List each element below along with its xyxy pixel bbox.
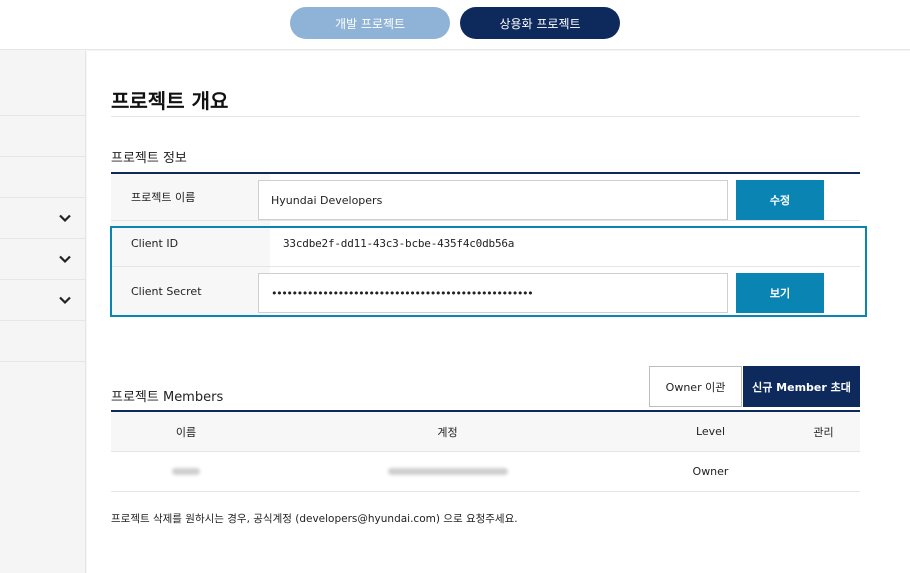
members-table-header: 이름 계정 Level 관리 [111, 412, 860, 452]
chevron-down-icon [59, 214, 71, 223]
column-header-name: 이름 [175, 425, 197, 439]
page-title: 프로젝트 개요 [111, 89, 229, 113]
member-account-redacted [261, 452, 634, 491]
sidebar-item-expandable[interactable] [0, 198, 86, 239]
chevron-down-icon [59, 296, 71, 305]
client-id-value: 33cdbe2f-dd11-43c3-bcbe-435f4c0db56a [283, 237, 515, 250]
member-name-redacted [111, 452, 261, 491]
main-content: 프로젝트 개요 프로젝트 정보 프로젝트 이름 수정 Client ID 33c… [87, 51, 910, 573]
client-secret-input[interactable] [258, 273, 728, 313]
commercial-project-tab[interactable]: 상용화 프로젝트 [460, 7, 620, 39]
delete-notice: 프로젝트 삭제를 원하시는 경우, 공식계정 (developers@hyund… [111, 513, 518, 525]
edit-button[interactable]: 수정 [736, 180, 824, 220]
client-id-row: Client ID 33cdbe2f-dd11-43c3-bcbe-435f4c… [111, 221, 860, 267]
sidebar-item[interactable] [0, 321, 86, 362]
sidebar-item[interactable] [0, 157, 86, 198]
column-header-level: Level [695, 425, 726, 438]
column-header-manage: 관리 [813, 425, 834, 439]
project-name-input[interactable] [258, 180, 728, 220]
sidebar-item[interactable] [0, 116, 86, 157]
sidebar-item[interactable] [0, 51, 86, 116]
divider [111, 116, 860, 117]
view-secret-button[interactable]: 보기 [736, 273, 824, 313]
sidebar-item-expandable[interactable] [0, 239, 86, 280]
project-info-title: 프로젝트 정보 [111, 151, 187, 166]
client-secret-label: Client Secret [111, 267, 270, 315]
sidebar-item-expandable[interactable] [0, 280, 86, 321]
table-row: Owner [111, 452, 860, 492]
client-id-label: Client ID [111, 221, 270, 266]
members-title: 프로젝트 Members [111, 390, 224, 405]
column-header-account: 계정 [437, 425, 458, 439]
member-level: Owner [692, 465, 729, 478]
sidebar [0, 51, 86, 573]
dev-project-tab[interactable]: 개발 프로젝트 [290, 7, 450, 39]
owner-transfer-button[interactable]: Owner 이관 [649, 366, 742, 407]
top-bar: 개발 프로젝트 상용화 프로젝트 [0, 0, 910, 50]
member-manage [787, 452, 860, 491]
invite-member-button[interactable]: 신규 Member 초대 [743, 366, 860, 407]
chevron-down-icon [59, 255, 71, 264]
project-name-label: 프로젝트 이름 [111, 174, 270, 220]
